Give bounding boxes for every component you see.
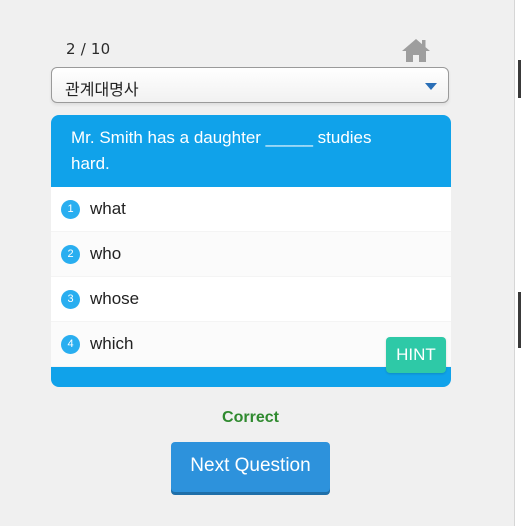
home-icon[interactable] — [400, 36, 432, 64]
result-status: Correct — [222, 409, 279, 426]
answer-option-1[interactable]: 1 what — [51, 187, 451, 232]
chevron-down-icon — [425, 83, 437, 90]
next-question-button[interactable]: Next Question — [171, 442, 330, 492]
answer-option-2[interactable]: 2 who — [51, 232, 451, 277]
question-text: Mr. Smith has a daughter _____ studies h… — [71, 128, 372, 173]
option-label: who — [90, 244, 122, 263]
option-label: which — [90, 334, 134, 353]
hint-button[interactable]: HINT — [386, 337, 446, 373]
option-number-badge: 3 — [61, 290, 80, 309]
question-card: Mr. Smith has a daughter _____ studies h… — [51, 115, 451, 387]
option-number-badge: 1 — [61, 200, 80, 219]
category-select[interactable]: 관계대명사 — [51, 67, 449, 103]
option-number-badge: 4 — [61, 335, 80, 354]
option-label: whose — [90, 289, 140, 308]
option-number-badge: 2 — [61, 245, 80, 264]
question-counter: 2 / 10 — [66, 40, 111, 58]
category-select-value: 관계대명사 — [65, 80, 139, 99]
answer-option-3[interactable]: 3 whose — [51, 277, 451, 322]
option-label: what — [90, 199, 126, 218]
window-edge — [514, 0, 521, 526]
